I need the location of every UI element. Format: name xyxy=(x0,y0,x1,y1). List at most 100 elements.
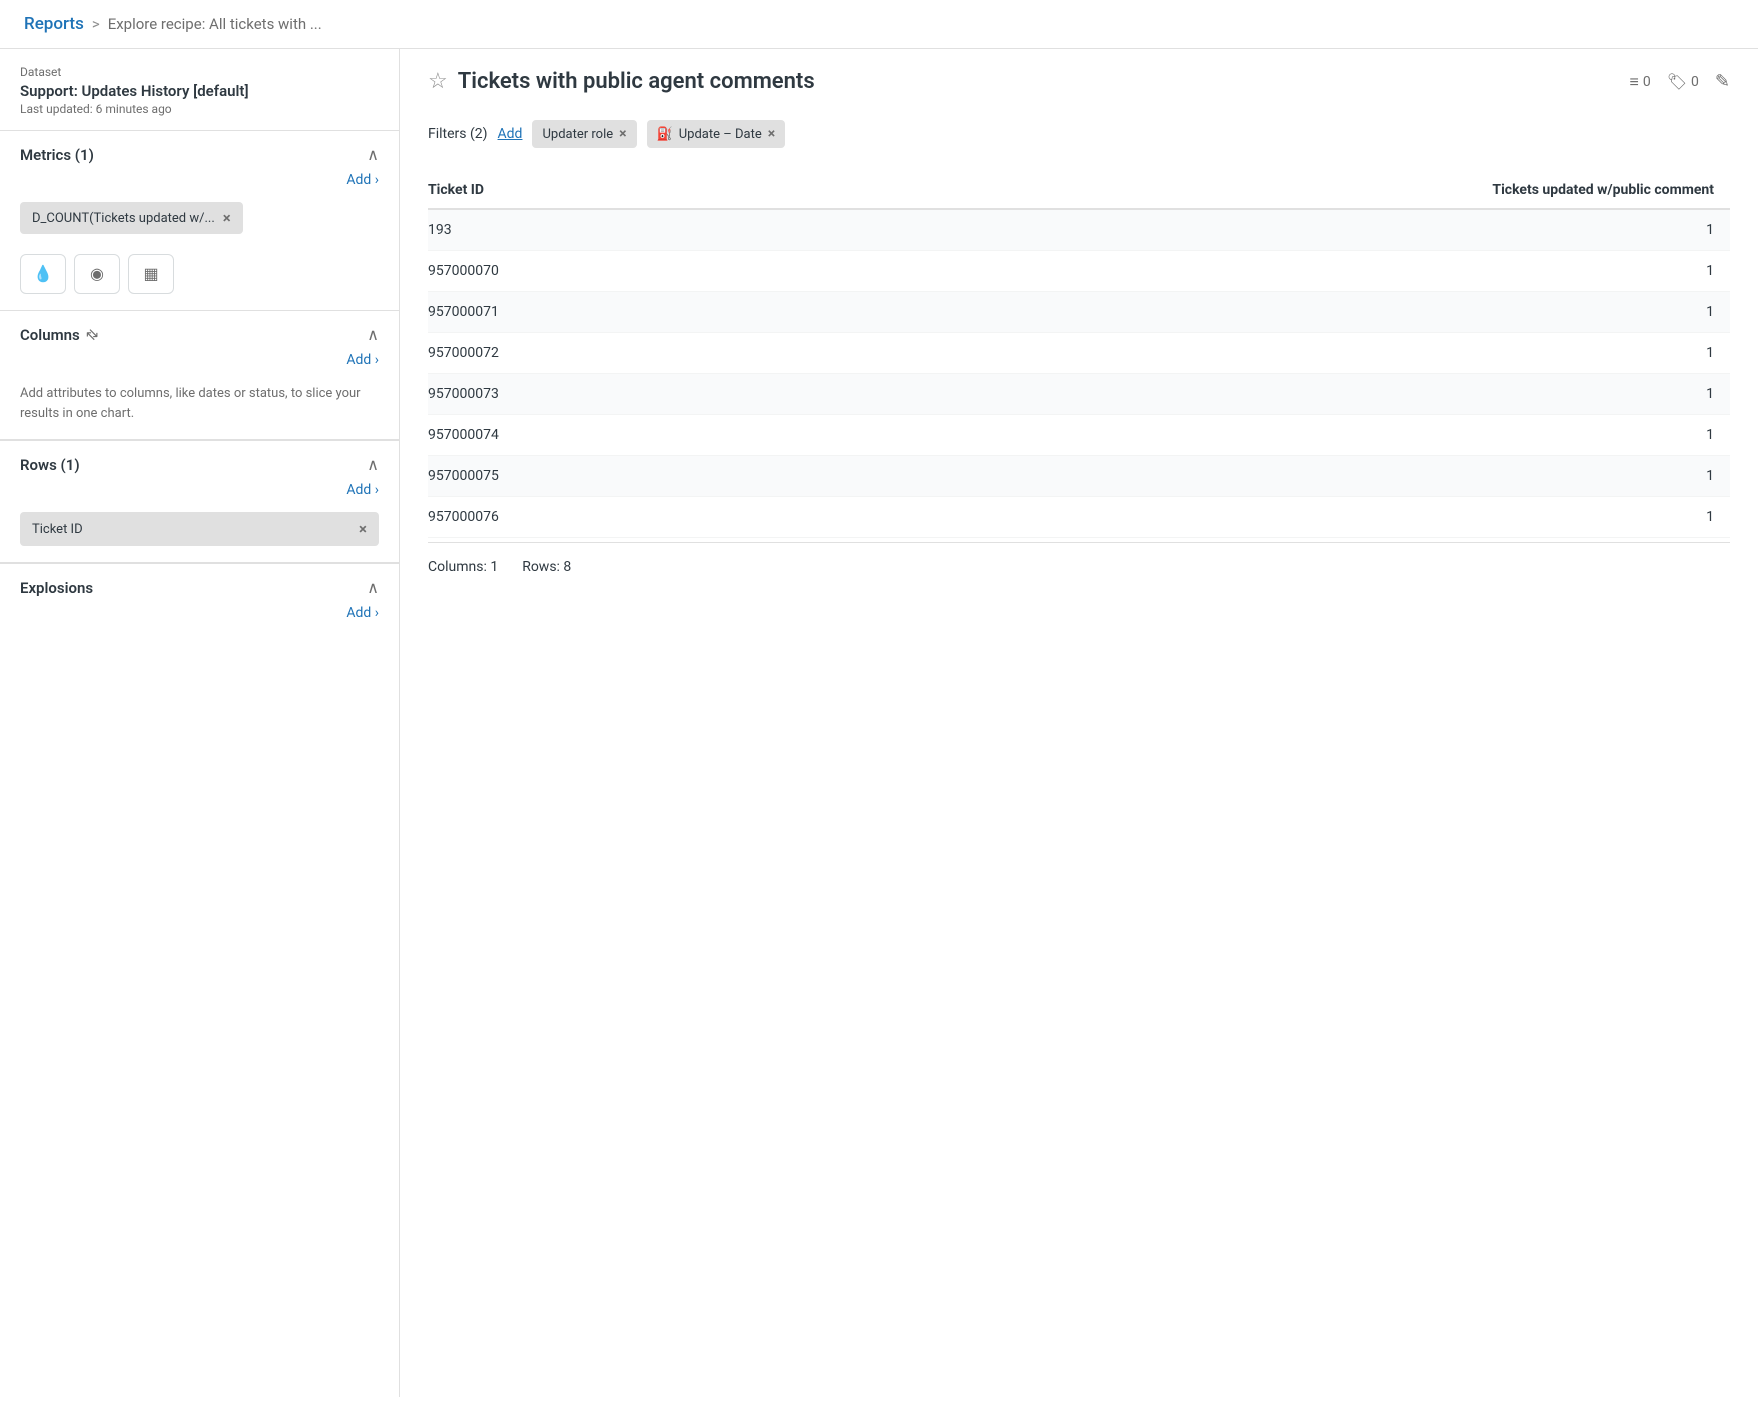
rows-title: Rows (1) xyxy=(20,456,80,474)
metrics-header: Metrics (1) ∧ xyxy=(0,131,399,170)
reports-link[interactable]: Reports xyxy=(24,14,84,34)
footer-columns: Columns: 1 xyxy=(428,559,498,575)
sidebar: Dataset Support: Updates History [defaul… xyxy=(0,49,400,1397)
metrics-toggle[interactable]: ∧ xyxy=(367,145,379,164)
metrics-chip-row: D_COUNT(Tickets updated w/... × xyxy=(0,198,399,246)
filter-chip-date-label: Update – Date xyxy=(679,127,762,142)
filters-bar: Filters (2) Add Updater role × ⛽ Update … xyxy=(428,110,1730,158)
subscriptions-icon: ≡ xyxy=(1630,72,1639,92)
columns-section: Columns ⇄ ∧ Add Add attributes to column… xyxy=(0,311,399,439)
metrics-chip[interactable]: D_COUNT(Tickets updated w/... × xyxy=(20,202,243,234)
explosions-add-row: Add xyxy=(0,603,399,631)
cell-count: 1 xyxy=(776,415,1730,456)
table-row: 957000072 1 xyxy=(428,333,1730,374)
main-layout: Dataset Support: Updates History [defaul… xyxy=(0,49,1758,1397)
report-title-row: ☆ Tickets with public agent comments xyxy=(428,69,815,94)
tags-count: 0 xyxy=(1691,74,1699,90)
table-footer: Columns: 1 Rows: 8 xyxy=(428,542,1730,575)
report-header: ☆ Tickets with public agent comments ≡ 0… xyxy=(428,69,1730,94)
table-header-row: Ticket ID Tickets updated w/public comme… xyxy=(428,172,1730,209)
cell-ticket-id: 957000074 xyxy=(428,415,776,456)
table-row: 193 1 xyxy=(428,209,1730,251)
cell-ticket-id: 957000073 xyxy=(428,374,776,415)
metrics-title: Metrics (1) xyxy=(20,146,94,164)
metrics-add-link[interactable]: Add xyxy=(346,172,379,188)
table-row: 957000075 1 xyxy=(428,456,1730,497)
subscriptions-count: 0 xyxy=(1643,74,1651,90)
subscriptions-badge: ≡ 0 xyxy=(1630,72,1651,92)
table-body: 193 1 957000070 1 957000071 1 957000072 … xyxy=(428,209,1730,538)
filter-chip-updater-label: Updater role xyxy=(542,127,613,142)
columns-swap-icon: ⇄ xyxy=(82,325,102,345)
dataset-section: Dataset Support: Updates History [defaul… xyxy=(0,49,399,131)
star-icon[interactable]: ☆ xyxy=(428,69,448,94)
viz-icon-radio[interactable]: ◉ xyxy=(74,254,120,294)
breadcrumb-separator: > xyxy=(92,15,100,33)
cell-ticket-id: 957000072 xyxy=(428,333,776,374)
rows-chip-remove[interactable]: × xyxy=(359,520,367,538)
explosions-header: Explosions ∧ xyxy=(0,564,399,603)
col-header-ticket-id: Ticket ID xyxy=(428,172,776,209)
rows-header: Rows (1) ∧ xyxy=(0,441,399,480)
explosions-toggle[interactable]: ∧ xyxy=(367,578,379,597)
rows-toggle[interactable]: ∧ xyxy=(367,455,379,474)
filters-add-link[interactable]: Add xyxy=(498,126,523,142)
rows-section: Rows (1) ∧ Add Ticket ID × xyxy=(0,440,399,546)
filter-chip-updater-role[interactable]: Updater role × xyxy=(532,120,636,148)
explosions-title: Explosions xyxy=(20,579,93,597)
columns-toggle[interactable]: ∧ xyxy=(367,325,379,344)
table-row: 957000071 1 xyxy=(428,292,1730,333)
cell-count: 1 xyxy=(776,209,1730,251)
columns-add-link[interactable]: Add xyxy=(346,352,379,368)
cell-count: 1 xyxy=(776,292,1730,333)
columns-title-row: Columns ⇄ xyxy=(20,326,97,344)
table-row: 957000076 1 xyxy=(428,497,1730,538)
columns-add-row: Add xyxy=(0,350,399,378)
tags-icon: 🏷 xyxy=(1667,72,1687,91)
columns-header: Columns ⇄ ∧ xyxy=(0,311,399,350)
dataset-name: Support: Updates History [default] xyxy=(20,82,379,100)
metrics-add-row: Add xyxy=(0,170,399,198)
report-title: Tickets with public agent comments xyxy=(458,69,815,94)
cell-count: 1 xyxy=(776,333,1730,374)
table-row: 957000074 1 xyxy=(428,415,1730,456)
cell-ticket-id: 957000075 xyxy=(428,456,776,497)
columns-title: Columns xyxy=(20,326,80,344)
columns-hint: Add attributes to columns, like dates or… xyxy=(0,378,399,439)
data-table: Ticket ID Tickets updated w/public comme… xyxy=(428,172,1730,538)
dataset-updated: Last updated: 6 minutes ago xyxy=(20,102,379,116)
rows-add-link[interactable]: Add xyxy=(346,482,379,498)
filters-label: Filters (2) xyxy=(428,126,488,142)
filter-chip-update-date[interactable]: ⛽ Update – Date × xyxy=(647,120,786,148)
viz-icon-drop[interactable]: 💧 xyxy=(20,254,66,294)
edit-icon[interactable]: ✎ xyxy=(1715,71,1730,92)
report-actions: ≡ 0 🏷 0 ✎ xyxy=(1630,71,1731,92)
cell-ticket-id: 957000070 xyxy=(428,251,776,292)
filter-chip-updater-remove[interactable]: × xyxy=(619,126,626,142)
metrics-chip-label: D_COUNT(Tickets updated w/... xyxy=(32,211,215,226)
cell-ticket-id: 957000076 xyxy=(428,497,776,538)
rows-chip-label: Ticket ID xyxy=(32,522,83,537)
cell-ticket-id: 957000071 xyxy=(428,292,776,333)
metrics-section: Metrics (1) ∧ Add D_COUNT(Tickets update… xyxy=(0,131,399,310)
col-header-count: Tickets updated w/public comment xyxy=(776,172,1730,209)
tags-badge: 🏷 0 xyxy=(1667,72,1699,91)
explosions-section: Explosions ∧ Add xyxy=(0,563,399,631)
rows-ticket-id-chip[interactable]: Ticket ID × xyxy=(20,512,379,546)
viz-icons-row: 💧 ◉ ▦ xyxy=(0,246,399,310)
explosions-add-link[interactable]: Add xyxy=(346,605,379,621)
filter-chip-date-remove[interactable]: × xyxy=(768,126,775,142)
content-area: ☆ Tickets with public agent comments ≡ 0… xyxy=(400,49,1758,1397)
table-row: 957000070 1 xyxy=(428,251,1730,292)
rows-add-row: Add xyxy=(0,480,399,508)
metrics-chip-remove[interactable]: × xyxy=(223,209,231,227)
cell-count: 1 xyxy=(776,374,1730,415)
cell-ticket-id: 193 xyxy=(428,209,776,251)
table-row: 957000073 1 xyxy=(428,374,1730,415)
filter-funnel-icon: ⛽ xyxy=(657,127,673,142)
viz-icon-table[interactable]: ▦ xyxy=(128,254,174,294)
breadcrumb: Reports > Explore recipe: All tickets wi… xyxy=(0,0,1758,49)
cell-count: 1 xyxy=(776,456,1730,497)
cell-count: 1 xyxy=(776,497,1730,538)
cell-count: 1 xyxy=(776,251,1730,292)
